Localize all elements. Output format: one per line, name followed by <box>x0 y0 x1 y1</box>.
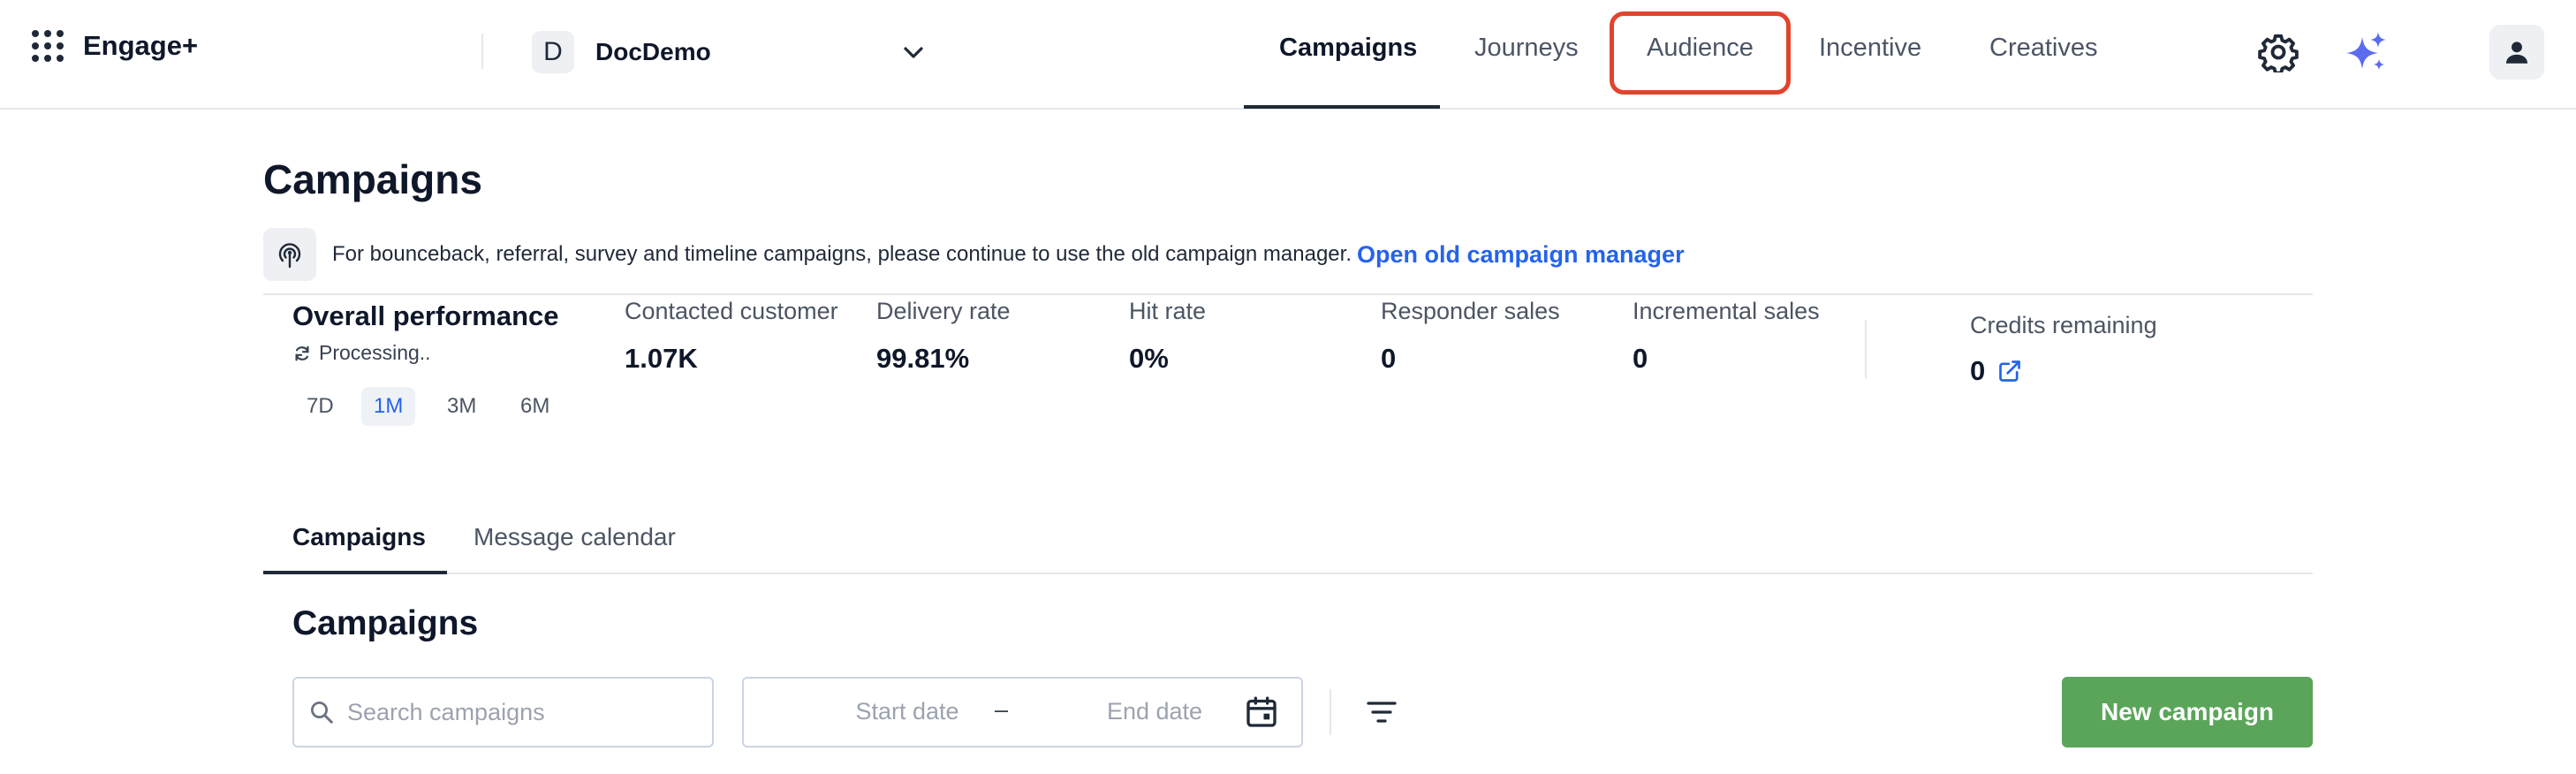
credits-remaining-value: 0 <box>1970 355 1986 386</box>
nav-tab-journeys[interactable]: Journeys <box>1474 34 1579 63</box>
notice-divider <box>263 293 2313 295</box>
credits-remaining-row: 0 <box>1970 355 2022 387</box>
metric-value-contacted: 1.07K <box>625 343 698 374</box>
search-campaigns-box <box>292 677 714 747</box>
metric-label-contacted: Contacted customer <box>625 298 838 324</box>
range-1m-button[interactable]: 1M <box>361 387 416 426</box>
metric-label-responder-sales: Responder sales <box>1381 298 1560 324</box>
processing-status: Processing.. <box>292 341 431 365</box>
metric-value-hit-rate: 0% <box>1129 343 1169 374</box>
notice-icon-box <box>263 228 316 281</box>
new-campaign-button[interactable]: New campaign <box>2062 677 2313 747</box>
end-date-input[interactable] <box>1071 698 1239 725</box>
credits-remaining-label: Credits remaining <box>1970 312 2157 338</box>
metric-label-incremental-sales: Incremental sales <box>1633 298 1820 324</box>
nav-tab-incentive[interactable]: Incentive <box>1819 34 1921 63</box>
tab-message-calendar[interactable]: Message calendar <box>474 523 676 551</box>
metrics-divider <box>1865 320 1867 378</box>
metric-value-delivery-rate: 99.81% <box>876 343 970 374</box>
top-navigation-bar: Engage+ D DocDemo Campaigns Journeys Aud… <box>0 0 2576 110</box>
subtabs-divider <box>263 573 2313 574</box>
campaigns-section-title: Campaigns <box>292 604 479 642</box>
nav-tab-creatives[interactable]: Creatives <box>1989 34 2098 63</box>
page-title: Campaigns <box>263 156 482 202</box>
metric-value-incremental-sales: 0 <box>1633 343 1648 374</box>
range-3m-button[interactable]: 3M <box>435 387 489 426</box>
processing-text: Processing.. <box>319 341 431 364</box>
metric-label-hit-rate: Hit rate <box>1129 298 1207 324</box>
old-manager-notice: For bounceback, referral, survey and tim… <box>263 228 1685 281</box>
external-link-icon[interactable] <box>1997 359 2022 383</box>
org-switcher[interactable]: D DocDemo <box>532 30 711 74</box>
chevron-down-icon[interactable] <box>899 39 928 67</box>
notice-text: For bounceback, referral, survey and tim… <box>332 242 1352 266</box>
nav-active-indicator <box>1244 105 1440 109</box>
filter-divider <box>1330 689 1331 735</box>
org-name: DocDemo <box>595 38 711 65</box>
subtab-active-indicator <box>263 571 447 574</box>
start-date-input[interactable] <box>823 698 991 725</box>
metric-label-delivery-rate: Delivery rate <box>876 298 1011 324</box>
date-range-picker[interactable]: – <box>742 677 1303 747</box>
search-icon <box>311 702 333 724</box>
calendar-icon[interactable] <box>1244 694 1279 730</box>
audience-highlight-box <box>1610 11 1791 95</box>
header-divider <box>481 34 483 69</box>
range-7d-button[interactable]: 7D <box>294 387 346 426</box>
org-avatar: D <box>532 31 574 73</box>
search-campaigns-input[interactable] <box>347 698 701 726</box>
tab-campaigns[interactable]: Campaigns <box>292 523 426 551</box>
user-menu-button[interactable] <box>2489 25 2544 80</box>
user-icon <box>2505 42 2528 64</box>
sparkle-icon[interactable] <box>2345 30 2389 74</box>
broadcast-icon <box>278 243 301 269</box>
filter-icon[interactable] <box>1364 694 1399 730</box>
brand-name[interactable]: Engage+ <box>83 30 198 62</box>
range-6m-button[interactable]: 6M <box>508 387 562 426</box>
gear-icon[interactable] <box>2258 32 2299 72</box>
metric-value-responder-sales: 0 <box>1381 343 1397 374</box>
open-old-campaign-manager-link[interactable]: Open old campaign manager <box>1357 241 1685 269</box>
date-range-separator: – <box>995 696 1009 723</box>
refresh-icon <box>295 345 309 360</box>
nav-tab-campaigns[interactable]: Campaigns <box>1279 34 1417 63</box>
overall-performance-title: Overall performance <box>292 300 559 331</box>
grid-dots-icon[interactable] <box>30 28 65 64</box>
